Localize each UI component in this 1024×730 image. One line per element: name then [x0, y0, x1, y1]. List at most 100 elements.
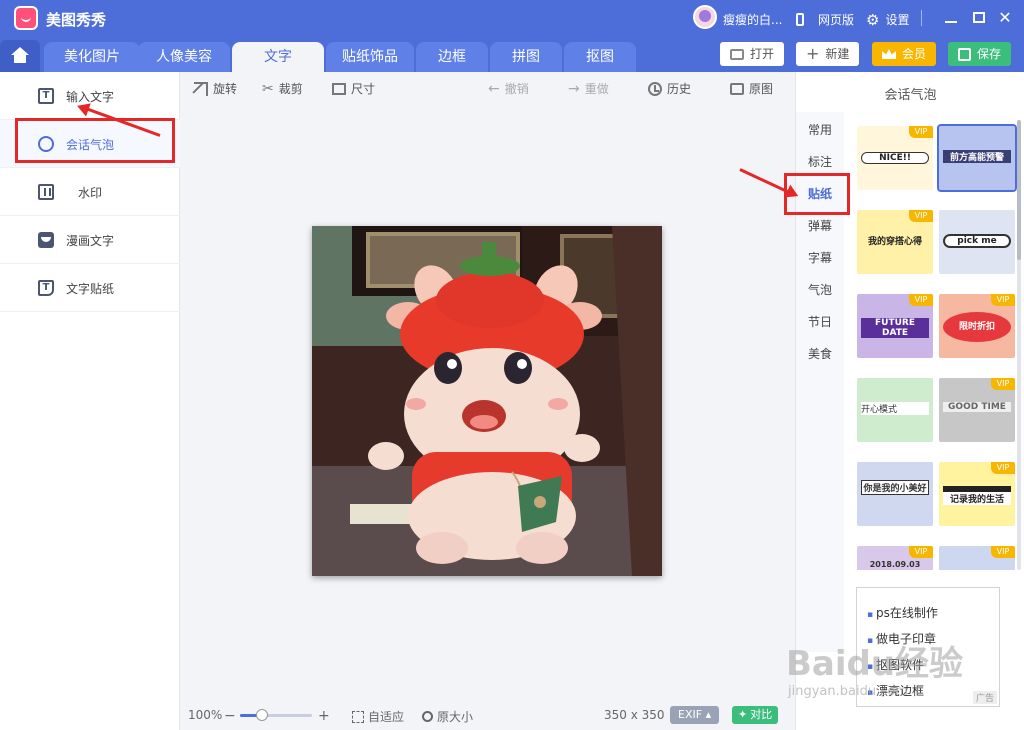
vip-button[interactable]: 会员 [872, 42, 937, 66]
window-separator [921, 10, 922, 26]
settings-button[interactable]: ⚙ 设置 [866, 11, 909, 28]
zoom-in-icon[interactable]: + [318, 708, 330, 724]
sticker-text: GOOD TIME [943, 402, 1011, 412]
home-button[interactable] [0, 40, 40, 72]
sticker-item[interactable]: VIP 限时折扣 [939, 294, 1015, 358]
tab-beautify[interactable]: 美化图片 [44, 42, 140, 72]
edited-photo[interactable] [312, 226, 662, 576]
compare-button[interactable]: ✦ 对比 [732, 706, 779, 724]
left-item-label: 漫画文字 [66, 234, 115, 248]
left-item-text-sticker[interactable]: T 文字贴纸 [0, 264, 180, 312]
sticker-grid: VIP NICE!! 前方高能预警 VIP 我的穿搭心得 pick me VIP… [851, 120, 1021, 570]
sticker-item[interactable]: VIP 记录我的生活 [939, 462, 1015, 526]
vip-badge: VIP [909, 210, 933, 222]
settings-label: 设置 [885, 13, 910, 27]
undo-arrow-icon: ← [488, 80, 500, 97]
category-subtitle[interactable]: 字幕 [796, 249, 844, 266]
sticker-text: NICE!! [861, 152, 929, 164]
magnifier-icon [422, 711, 433, 722]
sticker-item[interactable]: 你是我的小美好 [857, 462, 933, 526]
sticker-text: 你是我的小美好 [861, 480, 929, 495]
sticker-text: 开心模式 [861, 402, 929, 415]
vip-badge: VIP [909, 126, 933, 138]
clock-icon [648, 81, 662, 96]
left-item-label: 水印 [78, 186, 103, 200]
original-size-button[interactable]: 原大小 [422, 708, 473, 725]
sticker-item[interactable]: VIP NICE!! [857, 126, 933, 190]
sticker-text: pick me [943, 234, 1011, 248]
ad-link[interactable]: ps在线制作 [867, 604, 938, 621]
category-food[interactable]: 美食 [796, 345, 844, 362]
size-icon [332, 82, 346, 95]
vip-badge: VIP [991, 462, 1015, 474]
web-version-label: 网页版 [818, 13, 855, 27]
save-icon [958, 47, 971, 61]
tab-collage[interactable]: 拼图 [490, 42, 562, 72]
scrollbar-thumb[interactable] [1017, 120, 1021, 260]
panel-title: 会话气泡 [884, 88, 937, 103]
rotate-label: 旋转 [213, 82, 238, 96]
watermark-icon [38, 184, 54, 200]
crop-button[interactable]: ✂ 裁剪 [262, 80, 303, 97]
web-version-button[interactable]: 网页版 [796, 11, 854, 28]
sticker-item[interactable]: 开心模式 [857, 378, 933, 442]
sticker-item[interactable]: pick me [939, 210, 1015, 274]
fit-button[interactable]: 自适应 [352, 708, 404, 725]
minimize-icon[interactable] [942, 9, 960, 27]
vip-badge: VIP [991, 546, 1015, 558]
new-label: 新建 [825, 47, 850, 61]
user-avatar[interactable] [693, 5, 717, 29]
left-item-input-text[interactable]: T 输入文字 [0, 72, 180, 120]
sticker-item[interactable]: VIP FUTURE DATE [857, 294, 933, 358]
text-icon: T [38, 88, 54, 104]
sticker-text: 记录我的生活 [943, 486, 1011, 505]
zoom-level: 100% [188, 708, 223, 722]
undo-button[interactable]: ← 撤销 [488, 80, 529, 97]
scissors-icon: ✂ [262, 80, 274, 97]
plus-icon: + [806, 44, 820, 63]
category-festival[interactable]: 节日 [796, 313, 844, 330]
original-size-label: 原大小 [437, 710, 474, 724]
sticker-text: 限时折扣 [943, 312, 1011, 342]
new-button[interactable]: + 新建 [796, 42, 860, 66]
redo-button[interactable]: → 重做 [568, 80, 609, 97]
user-name[interactable]: 瘦瘦的白... [723, 11, 782, 28]
open-button[interactable]: 打开 [720, 42, 785, 66]
category-bubble[interactable]: 气泡 [796, 281, 844, 298]
rotate-button[interactable]: 旋转 [194, 80, 237, 97]
category-annotation[interactable]: 标注 [796, 153, 844, 170]
text-sticker-icon: T [38, 280, 54, 296]
original-button[interactable]: 原图 [730, 80, 773, 97]
zoom-out-icon[interactable]: − [224, 708, 236, 724]
save-button[interactable]: 保存 [948, 42, 1012, 66]
zoom-slider-handle[interactable] [255, 709, 268, 721]
tab-portrait[interactable]: 人像美容 [138, 42, 230, 72]
sticker-item[interactable]: VIP 我的穿搭心得 [857, 210, 933, 274]
phone-icon [796, 13, 804, 26]
highlight-box-speech-bubble [15, 118, 175, 163]
close-icon[interactable]: ✕ [996, 9, 1014, 27]
save-label: 保存 [977, 47, 1002, 61]
left-item-watermark[interactable]: 水印 [0, 168, 180, 216]
sticker-item[interactable]: VIP 2018.09.03 [857, 546, 933, 570]
sticker-item[interactable]: VIP [939, 546, 1015, 570]
history-button[interactable]: 历史 [648, 80, 691, 97]
size-label: 尺寸 [351, 82, 376, 96]
sticker-scrollbar[interactable] [1017, 120, 1021, 570]
sticker-text: 前方高能预警 [943, 150, 1011, 163]
exif-button[interactable]: EXIF ▴ [670, 706, 720, 724]
left-item-comic-text[interactable]: 漫画文字 [0, 216, 180, 264]
size-button[interactable]: 尺寸 [332, 80, 375, 97]
category-common[interactable]: 常用 [796, 121, 844, 138]
tab-cutout[interactable]: 抠图 [564, 42, 636, 72]
maximize-icon[interactable] [970, 9, 988, 27]
tab-border[interactable]: 边框 [416, 42, 488, 72]
canvas-area [180, 102, 795, 700]
sticker-item[interactable]: VIP GOOD TIME [939, 378, 1015, 442]
tab-sticker[interactable]: 贴纸饰品 [326, 42, 414, 72]
fit-icon [352, 710, 364, 723]
sticker-item[interactable]: 前方高能预警 [937, 124, 1017, 192]
tab-text[interactable]: 文字 [232, 42, 324, 72]
zoom-slider[interactable] [240, 709, 312, 721]
category-danmaku[interactable]: 弹幕 [796, 217, 844, 234]
